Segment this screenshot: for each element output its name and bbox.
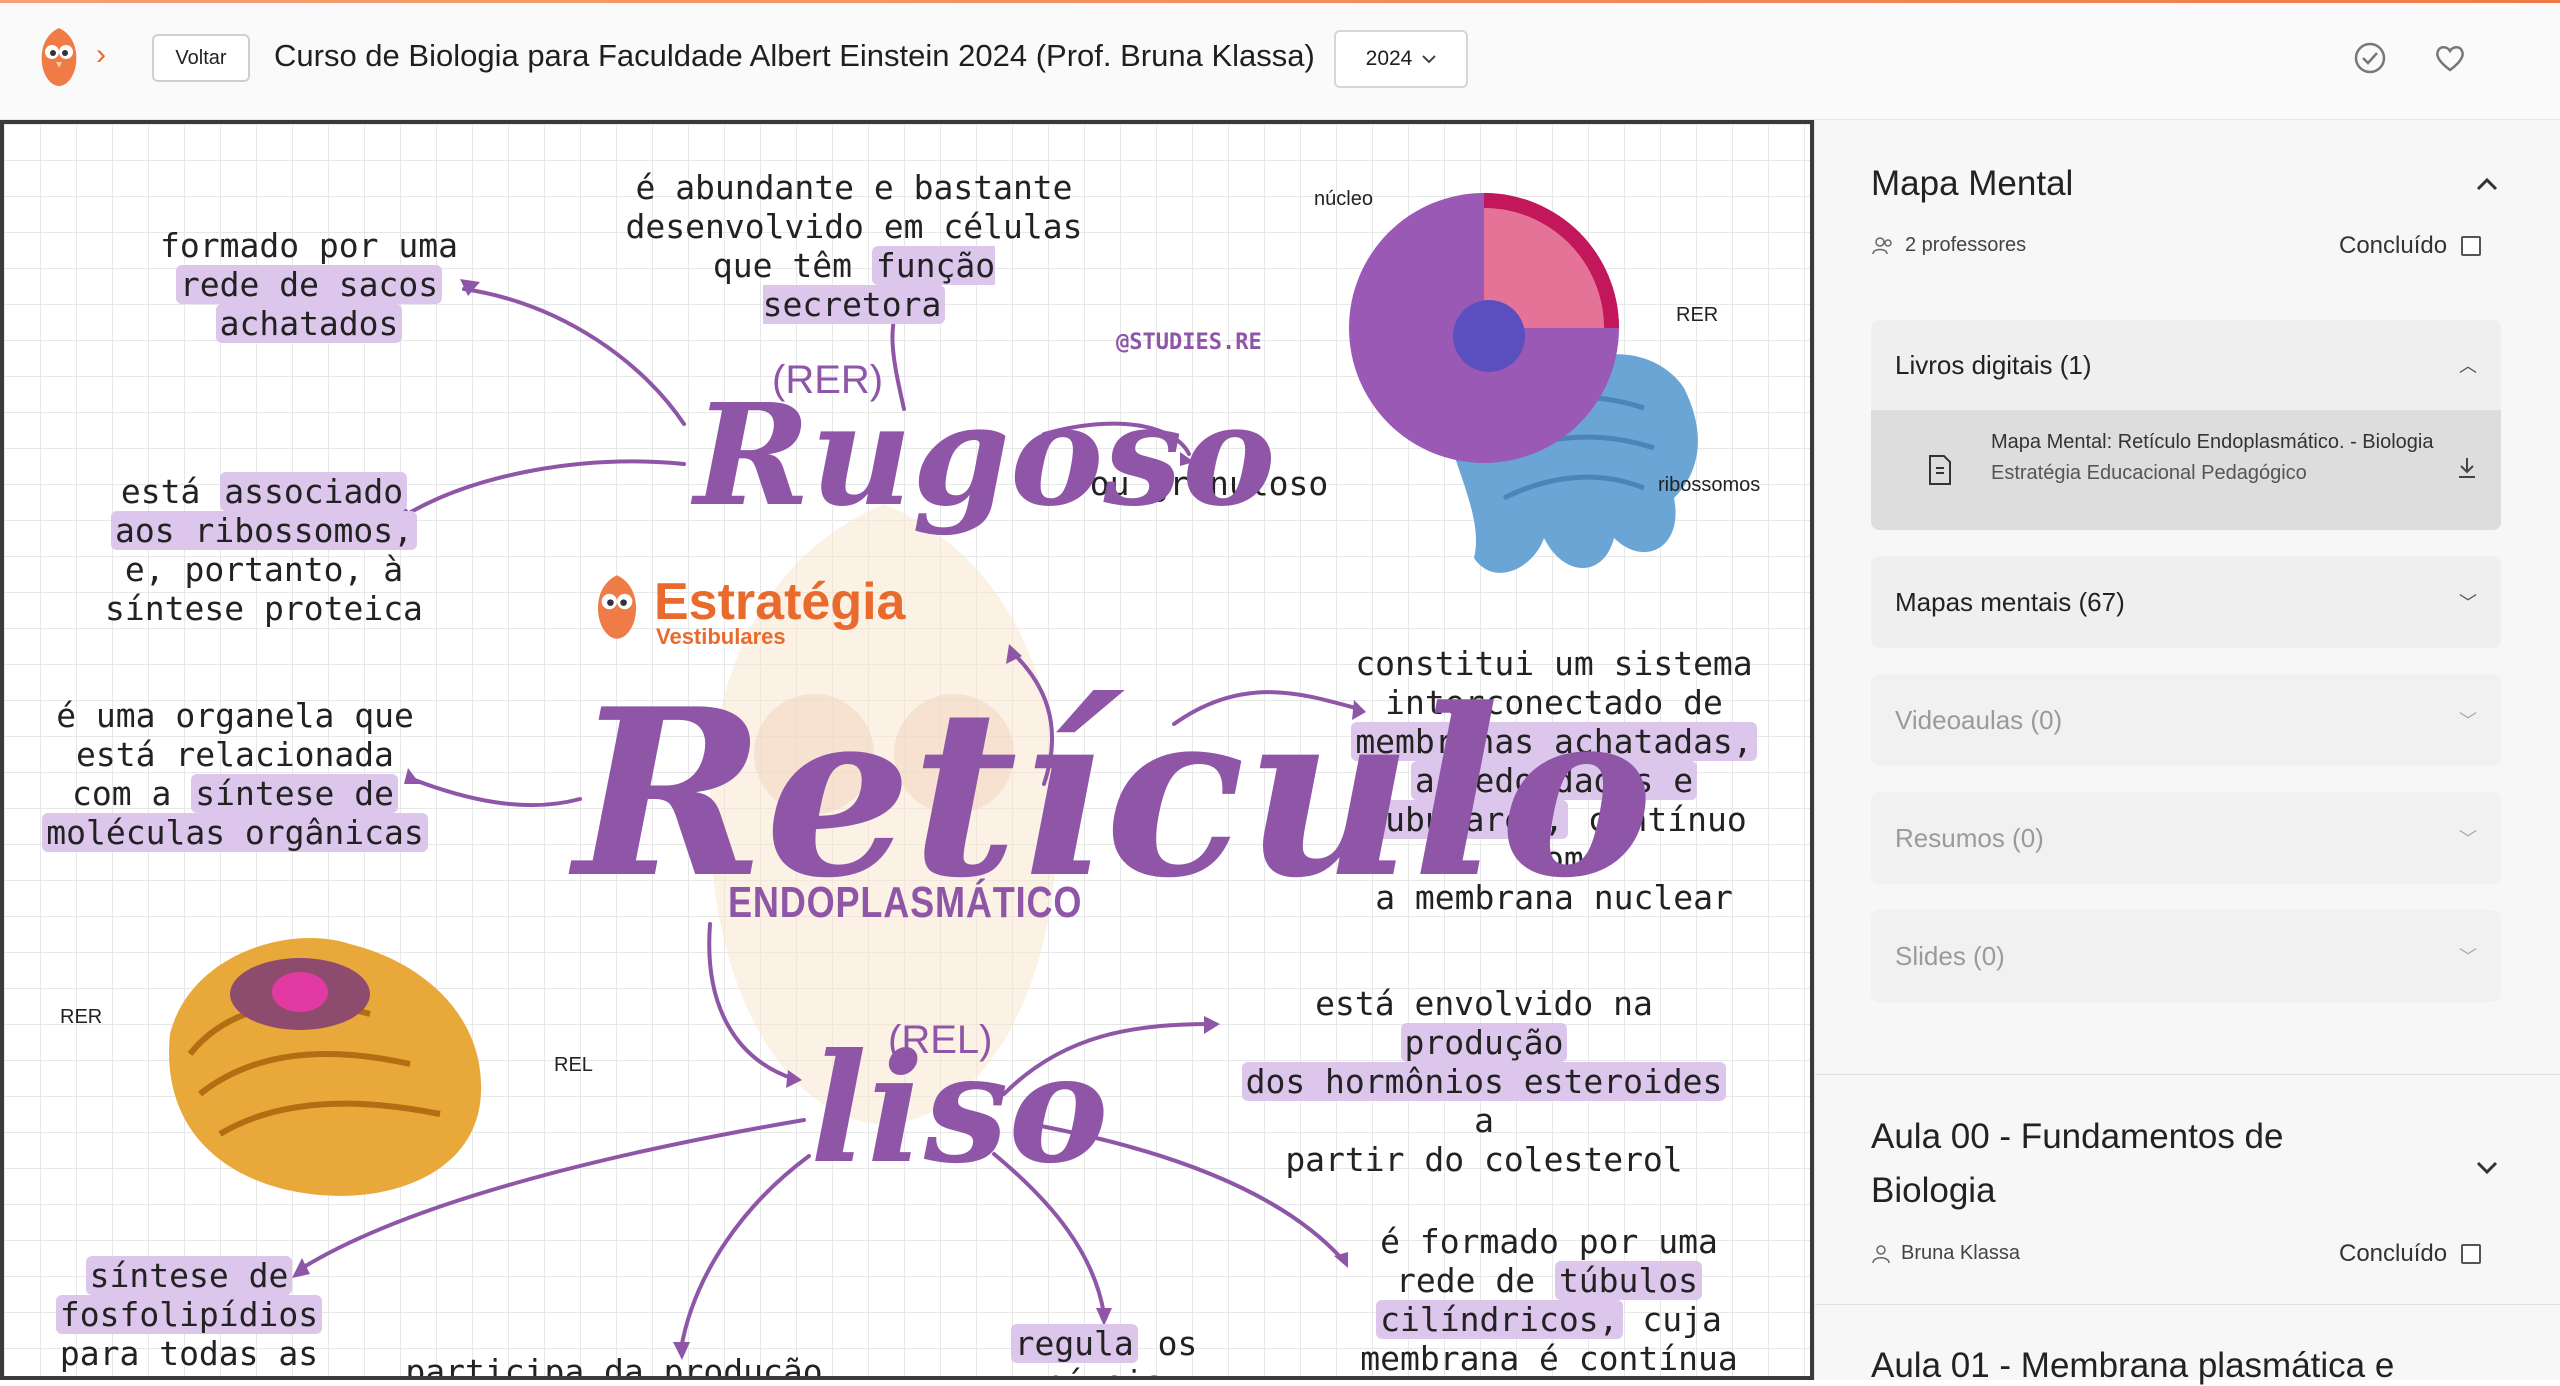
chevron-down-icon [1422, 55, 1437, 64]
chevron-up-icon: ︿ [2459, 356, 2477, 376]
aula00-professor-name: Bruna Klassa [1901, 1242, 2020, 1264]
professores-meta: 2 professores [1871, 234, 2026, 257]
aula00-professor: Bruna Klassa [1871, 1242, 2020, 1265]
chevron-down-icon[interactable] [2475, 1160, 2499, 1176]
year-select[interactable]: 2024 [1334, 30, 1468, 88]
download-icon[interactable] [2457, 456, 2477, 480]
divider [1815, 1074, 2560, 1075]
brand-sub: Vestibulares [656, 624, 786, 649]
document-icon [1929, 455, 1951, 485]
user-icon [1872, 1244, 1890, 1263]
center-subtitle: ENDOPLASMÁTICO [728, 878, 1083, 927]
mindmap-viewer[interactable]: formado por uma rede de sacos achatados é … [0, 120, 1814, 1380]
mapas-mentais-label: Mapas mentais (67) [1895, 586, 2125, 617]
note-fosfolipidios: síntese de fosfolipídios para todas as [54, 1256, 324, 1373]
note-funcao-secretora: é abundante e bastante desenvolvido em cé… [625, 168, 1083, 324]
accent-line [0, 0, 2560, 3]
note-moleculas-organicas: é uma organela que está relacionada com a … [40, 696, 430, 852]
watermark-text: @STUDIES.RE [1116, 330, 1262, 355]
note-hormonios-esteroides: está envolvido na produção dos hormônios … [1224, 984, 1744, 1179]
label-rel: REL [554, 1054, 593, 1076]
livros-digitais-label: Livros digitais (1) [1895, 349, 2092, 380]
label-ribossomos: ribossomos [1658, 474, 1761, 496]
resumos-label: Resumos (0) [1895, 822, 2044, 853]
note-sacos-achatados: formado por uma rede de sacos achatados [159, 226, 458, 343]
chevron-down-icon: ﹀ [2459, 829, 2477, 849]
label-rer-left: RER [60, 1006, 103, 1028]
owl-logo[interactable] [38, 26, 80, 88]
check-circle-icon[interactable] [2352, 40, 2388, 76]
year-select-value: 2024 [1365, 47, 1413, 70]
chevron-down-icon: ﹀ [2459, 593, 2477, 613]
users-icon [1872, 236, 1892, 254]
book-title: Mapa Mental: Retículo Endoplasmático. - … [1991, 431, 2434, 453]
chevron-up-icon[interactable] [2475, 176, 2499, 192]
nucleus-rer-illustration [1349, 193, 1698, 573]
note-tubulos-cilindricos: é formado por uma rede de túbulos cilíndri… [1360, 1222, 1738, 1378]
concluido-label: Concluído [2339, 232, 2448, 259]
aula01-title[interactable]: Aula 01 - Membrana plasmática e [1871, 1346, 2394, 1386]
page-title: Curso de Biologia para Faculdade Albert … [274, 38, 1315, 73]
brand-name: Estratégia [654, 573, 906, 631]
liso-word: liso [810, 1021, 1109, 1197]
brand-owl-icon [597, 575, 637, 639]
note-ribossomos: está associado aos ribossomos, e, portanto… [105, 472, 423, 628]
livros-digitais-accordion[interactable]: Livros digitais (1) ︿ [1871, 320, 2501, 410]
concluido-toggle-mapa[interactable]: Concluído [2339, 232, 2482, 260]
sidebar: Mapa Mental 2 professores Concluído Livr… [1814, 120, 2560, 1385]
back-button[interactable]: Voltar [152, 34, 250, 82]
mapas-mentais-accordion[interactable]: Mapas mentais (67) ﹀ [1871, 556, 2501, 648]
book-item[interactable]: Mapa Mental: Retículo Endoplasmático. - … [1871, 410, 2501, 530]
top-bar: › Voltar Curso de Biologia para Faculdad… [0, 0, 2560, 120]
book-author: Estratégia Educacional Pedagógico [1991, 462, 2307, 484]
label-nucleo: núcleo [1314, 188, 1373, 210]
divider [1815, 1304, 2560, 1305]
professores-count: 2 professores [1905, 234, 2027, 256]
section-title-mapa-mental: Mapa Mental [1871, 164, 2074, 203]
concluido-label: Concluído [2339, 1240, 2448, 1267]
resumos-accordion[interactable]: Resumos (0) ﹀ [1871, 792, 2501, 884]
videoaulas-accordion[interactable]: Videoaulas (0) ﹀ [1871, 674, 2501, 766]
concluido-toggle-aula00[interactable]: Concluído [2339, 1240, 2482, 1268]
chevron-right-icon[interactable]: › [96, 38, 106, 72]
note-regula-niveis: regula os níveis [954, 1324, 1254, 1376]
concluido-checkbox[interactable] [2461, 236, 2482, 256]
slides-label: Slides (0) [1895, 940, 2005, 971]
concluido-checkbox[interactable] [2461, 1244, 2482, 1264]
note-participa-producao: participa da produção [405, 1352, 823, 1380]
chevron-down-icon: ﹀ [2459, 947, 2477, 967]
back-button-label: Voltar [175, 46, 227, 69]
er-organelle-illustration [169, 938, 482, 1196]
slides-accordion[interactable]: Slides (0) ﹀ [1871, 910, 2501, 1002]
label-rer-top: RER [1676, 304, 1719, 326]
videoaulas-label: Videoaulas (0) [1895, 704, 2063, 735]
rugoso-word: Rugoso [694, 374, 1276, 538]
heart-icon[interactable] [2432, 40, 2468, 76]
aula00-title[interactable]: Aula 00 - Fundamentos de Biologia [1871, 1110, 2391, 1218]
chevron-down-icon: ﹀ [2459, 711, 2477, 731]
